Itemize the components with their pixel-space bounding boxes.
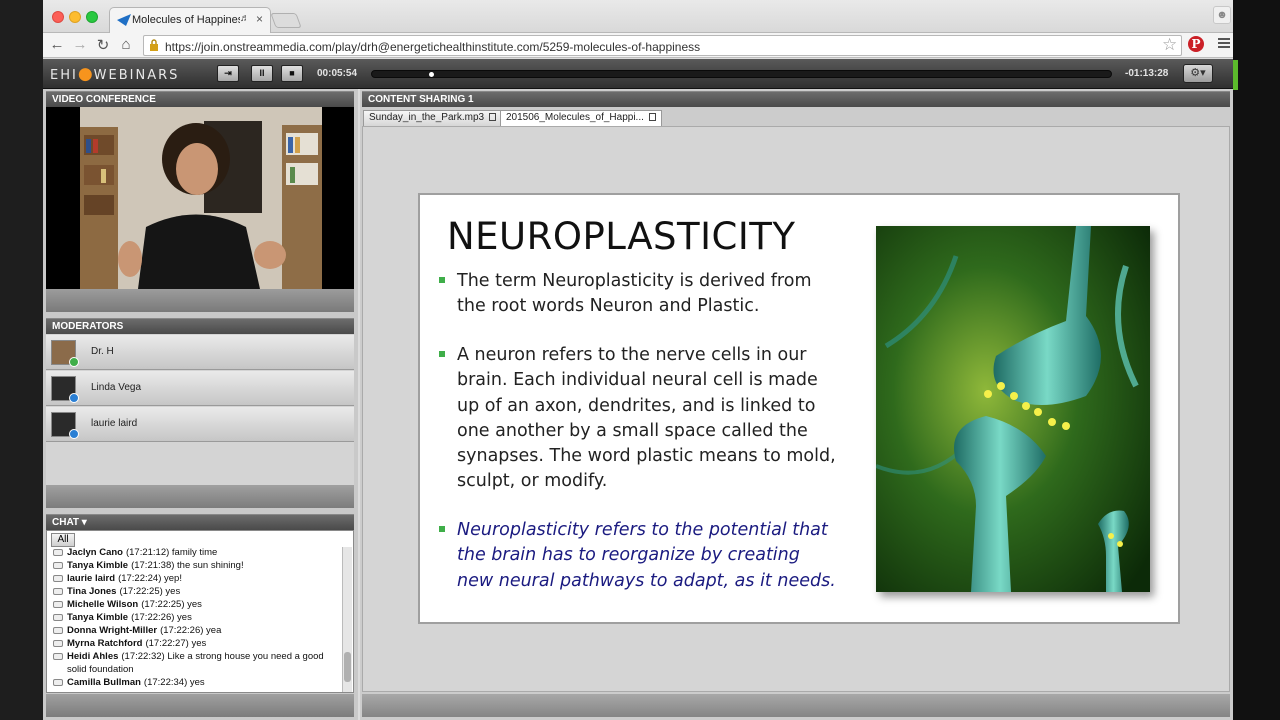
bookmark-star-icon[interactable]: ☆ (1162, 35, 1177, 55)
progress-slider[interactable] (371, 70, 1112, 78)
elapsed-time: 00:05:54 (317, 68, 358, 79)
remaining-time: -01:13:28 (1125, 68, 1169, 79)
presenter-video (46, 107, 354, 289)
moderators-toolbar (46, 485, 354, 508)
chat-scroll-thumb[interactable] (344, 652, 351, 682)
webinar-logo: EHI●WEBINARS (50, 64, 180, 84)
window-close-button[interactable] (52, 11, 64, 23)
chat-scrollbar[interactable] (342, 547, 352, 692)
chat-bubble-icon (53, 627, 63, 634)
moderator-name: Linda Vega (91, 382, 142, 393)
moderator-item[interactable]: Linda Vega (46, 371, 354, 406)
content-sharing-header: CONTENT SHARING 1 (362, 91, 1230, 107)
logo-flame-icon: ● (77, 64, 94, 84)
pinterest-icon[interactable]: P (1188, 36, 1204, 52)
neuron-synapse-image (876, 226, 1150, 592)
chat-message: Tanya Kimble (17:22:26) yes (49, 611, 339, 624)
avatar (51, 412, 79, 439)
moderator-item[interactable]: Dr. H (46, 335, 354, 370)
chat-bubble-icon (53, 588, 63, 595)
avatar (51, 376, 79, 403)
lock-icon (150, 39, 158, 51)
screen-edge (1233, 0, 1280, 720)
moderator-name: Dr. H (91, 346, 114, 357)
bullet-square-icon (439, 277, 445, 283)
document-icon (648, 113, 656, 121)
browser-window: Molecules of Happiness ♬ × ☻ ← → ↻ ⌂ htt… (43, 0, 1233, 720)
forward-icon[interactable]: → (71, 36, 89, 53)
new-tab-button[interactable] (270, 13, 302, 28)
player-bar: EHI●WEBINARS ⇥ II ■ 00:05:54 -01:13:28 ⚙… (43, 59, 1233, 89)
chat-bubble-icon (53, 562, 63, 569)
settings-gear-button[interactable]: ⚙▾ (1183, 64, 1213, 83)
back-icon[interactable]: ← (48, 36, 66, 53)
chat-panel: All Jaclyn Cano (17:21:12) family time Ta… (46, 530, 354, 693)
chat-message: Jaclyn Cano (17:21:12) family time (49, 546, 339, 559)
moderators-header: MODERATORS (46, 318, 354, 334)
menu-icon[interactable] (1218, 36, 1230, 50)
chat-message: laurie laird (17:22:24) yep! (49, 572, 339, 585)
slide-bullet-italic: Neuroplasticity refers to the potential … (439, 518, 837, 594)
url-text: https://join.onstreammedia.com/play/drh@… (165, 40, 701, 54)
edge-accent (1233, 60, 1238, 90)
chat-bubble-icon (53, 640, 63, 647)
chat-message: Tanya Kimble (17:21:38) the sun shining! (49, 559, 339, 572)
chat-filter-all-tab[interactable]: All (51, 533, 75, 547)
moderator-name: laurie laird (91, 418, 138, 429)
stop-button[interactable]: ■ (281, 65, 303, 82)
chat-input-bar[interactable] (46, 694, 354, 717)
video-toolbar (46, 289, 354, 312)
slide-bullet: The term Neuroplasticity is derived from… (439, 269, 837, 320)
progress-knob[interactable] (429, 72, 434, 77)
file-tab-mp3[interactable]: Sunday_in_the_Park.mp3 (363, 110, 503, 126)
chat-message: Tina Jones (17:22:25) yes (49, 585, 339, 598)
tab-title: Molecules of Happiness (132, 14, 240, 26)
chat-message: Myrna Ratchford (17:22:27) yes (49, 637, 339, 650)
tab-close-icon[interactable]: × (256, 12, 263, 26)
chat-bubble-icon (53, 549, 63, 556)
chat-bubble-icon (53, 679, 63, 686)
content-toolbar (362, 694, 1230, 717)
exit-button[interactable]: ⇥ (217, 65, 239, 82)
reload-icon[interactable]: ↻ (94, 36, 112, 54)
speaker-icon: ♬ (240, 13, 250, 24)
slide-title: NEUROPLASTICITY (447, 215, 796, 258)
avatar (51, 340, 79, 367)
slide-bullet: A neuron refers to the nerve cells in ou… (439, 343, 837, 495)
pause-button[interactable]: II (251, 65, 273, 82)
chat-bubble-icon (53, 601, 63, 608)
home-icon[interactable]: ⌂ (117, 36, 135, 53)
video-feed (46, 107, 354, 289)
moderator-item[interactable]: laurie laird (46, 407, 354, 442)
moderator-list: Dr. H Linda Vega laurie laird (46, 334, 354, 508)
chat-bubble-icon (53, 614, 63, 621)
window-minimize-button[interactable] (69, 11, 81, 23)
browser-toolbar: ← → ↻ ⌂ https://join.onstreammedia.com/p… (43, 33, 1233, 58)
tab-strip: Molecules of Happiness ♬ × ☻ (43, 0, 1233, 33)
chat-message: Donna Wright-Miller (17:22:26) yea (49, 624, 339, 637)
chat-bubble-icon (53, 575, 63, 582)
address-bar[interactable]: https://join.onstreammedia.com/play/drh@… (143, 35, 1182, 56)
chat-header[interactable]: CHAT ▾ (46, 514, 354, 530)
file-tab-slides[interactable]: 201506_Molecules_of_Happi... (500, 110, 662, 126)
chat-message: Heidi Ahles (17:22:32) Like a strong hous… (49, 650, 339, 676)
presentation-slide: NEUROPLASTICITY The term Neuroplasticity… (418, 193, 1180, 624)
chat-log: Jaclyn Cano (17:21:12) family time Tanya … (49, 546, 339, 692)
user-status-icon (69, 357, 79, 367)
user-status-icon (69, 393, 79, 403)
document-icon (489, 113, 497, 121)
profile-icon[interactable]: ☻ (1213, 6, 1231, 24)
browser-tab[interactable]: Molecules of Happiness ♬ × (109, 7, 271, 33)
chat-bubble-icon (53, 653, 63, 660)
video-conference-header: VIDEO CONFERENCE (46, 91, 354, 107)
window-maximize-button[interactable] (86, 11, 98, 23)
user-status-icon (69, 429, 79, 439)
chat-message: Michelle Wilson (17:22:25) yes (49, 598, 339, 611)
bullet-square-icon (439, 526, 445, 532)
chat-message: Camilla Bullman (17:22:34) yes (49, 676, 339, 689)
bullet-square-icon (439, 351, 445, 357)
favicon-icon (117, 14, 131, 26)
